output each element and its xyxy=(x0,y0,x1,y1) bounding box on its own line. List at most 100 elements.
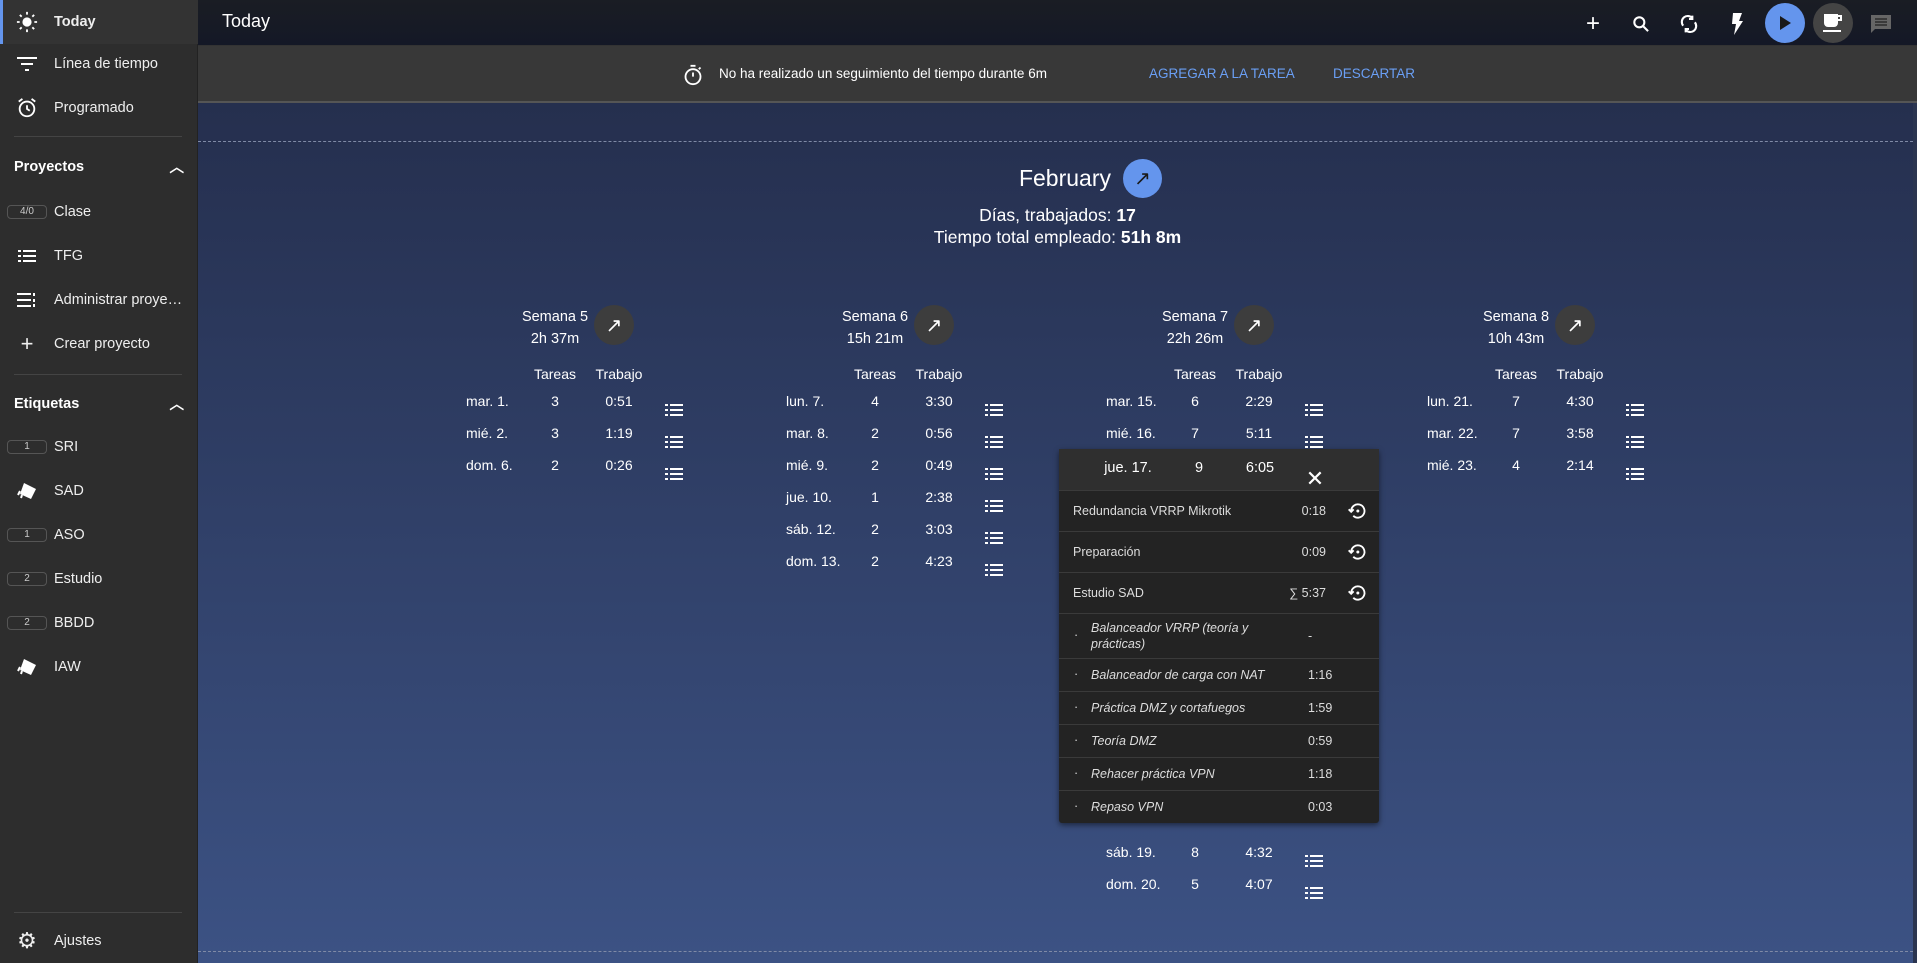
sync-icon xyxy=(1680,14,1698,34)
export-week-button[interactable]: ↗ xyxy=(1555,305,1595,345)
popup-task-row: Redundancia VRRP Mikrotik 0:18 xyxy=(1059,490,1379,531)
tag-item[interactable]: 2 Estudio xyxy=(0,557,198,601)
focus-mode-button[interactable] xyxy=(1717,6,1757,42)
task-count: 3 xyxy=(551,425,559,441)
day-label: lun. 21. xyxy=(1427,393,1473,409)
day-label: mar. 15. xyxy=(1106,393,1157,409)
work-time: 4:32 xyxy=(1245,844,1273,860)
divider xyxy=(14,912,182,913)
work-time: 2:38 xyxy=(925,489,953,505)
day-label: mié. 2. xyxy=(466,425,509,441)
bullet: · xyxy=(1074,666,1079,681)
popup-subtask-row: · Teoría DMZ 0:59 xyxy=(1059,724,1379,757)
day-label: mar. 8. xyxy=(786,425,829,441)
day-row: mié. 9. 2 0:49 xyxy=(786,449,1086,481)
task-count: 7 xyxy=(1512,393,1520,409)
day-row: lun. 7. 4 3:30 xyxy=(786,385,1086,417)
tag-badge: 1 xyxy=(7,440,47,454)
project-tfg[interactable]: TFG xyxy=(0,234,198,278)
day-row: dom. 13. 2 4:23 xyxy=(786,545,1086,577)
gear-icon: ⚙ xyxy=(17,928,37,953)
restore-task-button[interactable] xyxy=(1347,501,1367,524)
create-project[interactable]: + Crear proyecto xyxy=(0,322,198,366)
subtask-time: 0:03 xyxy=(1308,799,1333,814)
manage-projects[interactable]: Administrar proye… xyxy=(0,278,198,322)
day-label: mié. 23. xyxy=(1427,457,1477,473)
sync-button[interactable] xyxy=(1669,6,1709,42)
tag-item[interactable]: 2 BBDD xyxy=(0,601,198,645)
arrow-up-right-icon: ↗ xyxy=(1566,314,1584,337)
search-button[interactable] xyxy=(1621,6,1661,42)
task-count: 1 xyxy=(871,489,879,505)
project-label: TFG xyxy=(54,248,83,264)
comment-icon xyxy=(1871,15,1891,33)
export-month-button[interactable]: ↗ xyxy=(1123,159,1163,198)
work-time: 1:19 xyxy=(605,425,633,441)
restore-task-button[interactable] xyxy=(1347,542,1367,565)
subtask-title: Teoría DMZ xyxy=(1091,734,1157,748)
tag-item[interactable]: IAW xyxy=(0,645,198,689)
popup-day: jue. 17. xyxy=(1104,460,1152,476)
work-time: 2:29 xyxy=(1245,393,1273,409)
month-title: February xyxy=(1018,165,1112,191)
arrow-up-right-icon: ↗ xyxy=(1245,314,1263,337)
work-time: 0:51 xyxy=(605,393,633,409)
export-week-button[interactable]: ↗ xyxy=(914,305,954,345)
work-time: 3:03 xyxy=(925,521,953,537)
work-time: 0:49 xyxy=(925,457,953,473)
nav-today[interactable]: Today xyxy=(0,0,198,44)
subtask-time: 1:16 xyxy=(1308,667,1333,682)
projects-header[interactable]: Proyectos ︿ xyxy=(14,156,184,177)
export-week-button[interactable]: ↗ xyxy=(1234,305,1274,345)
add-to-task-button[interactable]: AGREGAR A LA TAREA xyxy=(1149,66,1295,81)
work-time: 5:11 xyxy=(1245,425,1273,441)
project-clase[interactable]: 4/0 Clase xyxy=(0,190,198,234)
popup-work-time: 6:05 xyxy=(1245,460,1275,476)
nav-scheduled[interactable]: Programado xyxy=(0,86,198,130)
day-label: sáb. 12. xyxy=(786,521,836,537)
list-icon xyxy=(0,250,54,262)
tags-header-label: Etiquetas xyxy=(14,395,80,412)
tags-header[interactable]: Etiquetas ︿ xyxy=(14,393,184,414)
day-row: mié. 2. 3 1:19 xyxy=(466,417,766,449)
day-row: dom. 20. 5 4:07 xyxy=(1106,868,1406,900)
task-count: 3 xyxy=(551,393,559,409)
chevron-up-icon[interactable]: ︿ xyxy=(170,393,185,414)
play-button[interactable] xyxy=(1765,3,1805,43)
tag-item[interactable]: 1 SRI xyxy=(0,425,198,469)
break-button[interactable] xyxy=(1813,3,1853,43)
day-row: mar. 8. 2 0:56 xyxy=(786,417,1086,449)
restore-icon xyxy=(1347,585,1367,606)
tag-item[interactable]: 1 ASO xyxy=(0,513,198,557)
project-label: Administrar proye… xyxy=(54,292,183,308)
chevron-up-icon[interactable]: ︿ xyxy=(170,156,185,177)
tag-label: BBDD xyxy=(54,615,95,631)
add-task-button[interactable]: + xyxy=(1573,6,1613,42)
subtask-title: Práctica DMZ y cortafuegos xyxy=(1091,701,1246,715)
restore-icon xyxy=(1347,544,1367,565)
task-title: Estudio SAD xyxy=(1073,586,1144,600)
sun-icon xyxy=(0,11,54,33)
tasks-header: Tareas xyxy=(533,366,577,382)
day-label: jue. 10. xyxy=(786,489,832,505)
plus-icon: + xyxy=(20,331,34,356)
settings-label: Ajustes xyxy=(54,933,102,949)
dismiss-button[interactable]: DESCARTAR xyxy=(1333,66,1415,81)
day-detail-popup: jue. 17. 9 6:05 ✕ Redundancia VRRP Mikro… xyxy=(1059,449,1379,823)
work-time: 4:23 xyxy=(925,553,953,569)
bullet: · xyxy=(1074,732,1079,747)
arrow-up-right-icon: ↗ xyxy=(1134,168,1151,190)
tasks-header: Tareas xyxy=(853,366,897,382)
export-week-button[interactable]: ↗ xyxy=(594,305,634,345)
settings-item[interactable]: ⚙ Ajustes xyxy=(0,919,198,963)
filter-icon xyxy=(0,57,54,71)
day-label: sáb. 19. xyxy=(1106,844,1156,860)
restore-task-button[interactable] xyxy=(1347,583,1367,606)
work-header: Trabajo xyxy=(915,366,963,382)
nav-timeline[interactable]: Línea de tiempo xyxy=(0,42,198,86)
day-row: dom. 6. 2 0:26 xyxy=(466,449,766,481)
work-time: 0:26 xyxy=(605,457,633,473)
notes-button[interactable] xyxy=(1861,6,1901,42)
day-row: mié. 16. 7 5:11 xyxy=(1106,417,1406,449)
tag-item[interactable]: SAD xyxy=(0,469,198,513)
